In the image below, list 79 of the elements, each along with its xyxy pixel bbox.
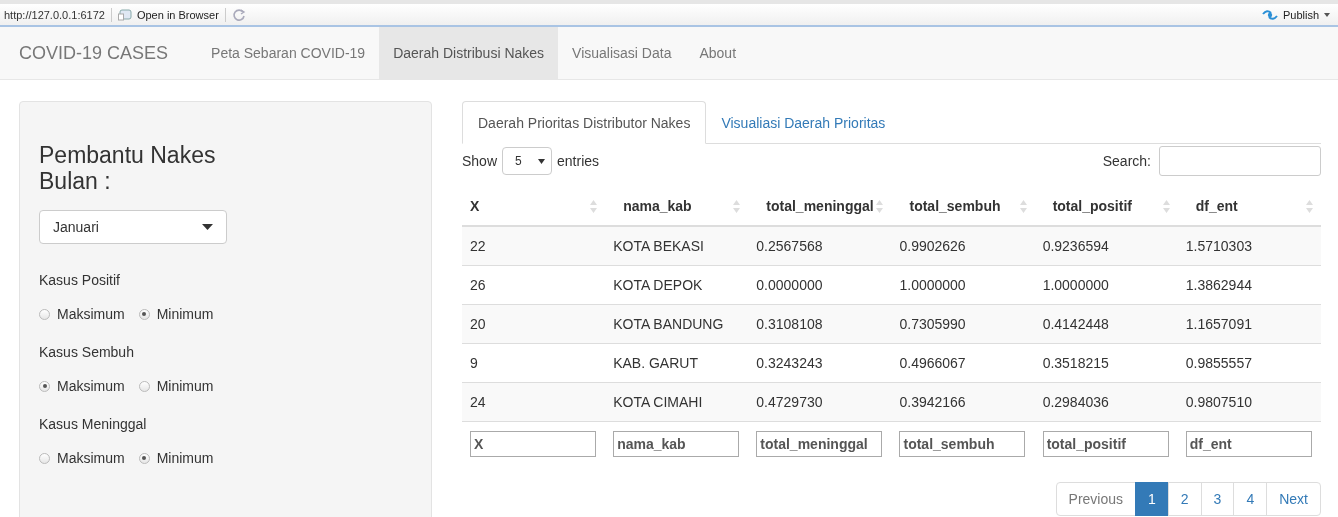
app-brand[interactable]: COVID-19 CASES [19, 27, 169, 79]
publish-button[interactable]: Publish [1261, 8, 1330, 21]
radio-option[interactable]: Maksimum [39, 378, 125, 394]
sort-icon [1306, 199, 1313, 213]
radio-button[interactable] [39, 380, 50, 392]
radio-option[interactable]: Minimum [138, 306, 214, 322]
radio-label: Minimum [156, 450, 214, 466]
radio-option[interactable]: Minimum [138, 378, 214, 394]
radio-label: Maksimum [57, 378, 125, 394]
column-filter-field[interactable]: total_sembuh [899, 431, 1026, 457]
table-cell: 0.3942166 [891, 382, 1035, 422]
radio-group-label: Kasus Meninggal [39, 416, 148, 432]
radio-button[interactable] [138, 452, 150, 464]
table-cell: 0.4729730 [748, 382, 892, 422]
table-cell: KOTA CIMAHI [605, 382, 749, 422]
next-button[interactable]: Next [1266, 482, 1321, 516]
table-cell: 0.9807510 [1177, 382, 1321, 422]
radio-option[interactable]: Maksimum [39, 450, 125, 466]
column-filter-field[interactable]: total_meninggal [756, 431, 883, 457]
column-filter-field[interactable]: total_positif [1042, 431, 1169, 457]
month-select[interactable]: Januari [39, 210, 227, 244]
table-cell: KOTA BANDUNG [605, 304, 749, 344]
table-cell: 0.9236594 [1034, 226, 1178, 266]
table-cell: 1.1657091 [1177, 304, 1321, 344]
page-button[interactable]: 1 [1135, 482, 1169, 516]
radio-label: Maksimum [57, 450, 125, 466]
sidebar-title: Pembantu Nakes Bulan : [39, 142, 217, 194]
page-button[interactable]: 4 [1233, 482, 1268, 516]
open-in-browser-button[interactable]: Open in Browser [117, 8, 219, 21]
page-button[interactable]: 3 [1200, 482, 1235, 516]
sort-icon [733, 199, 741, 213]
radio-label: Maksimum [57, 306, 125, 322]
sort-icon [1162, 199, 1170, 213]
page-button[interactable]: 2 [1167, 482, 1202, 516]
table-cell: 0.7305990 [891, 304, 1035, 344]
radio-button[interactable] [138, 308, 150, 320]
nav-tab[interactable]: Daerah Distribusi Nakes [379, 27, 559, 79]
column-filter-field[interactable]: X [470, 431, 596, 457]
radio-button[interactable] [39, 308, 50, 320]
tab[interactable]: Daerah Prioritas Distributor Nakes [462, 101, 707, 144]
radio-button[interactable] [138, 380, 150, 392]
publish-icon [1261, 8, 1278, 21]
radio-option[interactable]: Maksimum [39, 306, 125, 322]
window-icon [117, 8, 132, 21]
caret-icon [1324, 12, 1330, 17]
entries-label: entries [557, 153, 600, 169]
search-field[interactable] [1159, 146, 1321, 176]
search-label: Search: [1102, 153, 1151, 169]
radio-button[interactable] [39, 452, 50, 464]
column-filter-field[interactable]: nama_kab [613, 431, 740, 457]
sort-icon [1019, 199, 1027, 213]
radio-label: Minimum [156, 378, 214, 394]
table-cell: 0.9902626 [891, 226, 1035, 266]
radio-group-label: Kasus Positif [39, 272, 121, 288]
caret-icon [538, 158, 546, 164]
radio-label: Minimum [156, 306, 214, 322]
refresh-icon[interactable] [231, 7, 246, 22]
nav-tab[interactable]: About [685, 27, 751, 79]
table-cell: 0.2984036 [1034, 382, 1178, 422]
sort-icon [590, 199, 598, 213]
table-cell: 24 [462, 382, 606, 422]
table-cell: KOTA BEKASI [605, 226, 749, 266]
table-cell: 22 [462, 226, 606, 266]
sort-icon [876, 199, 884, 213]
table-cell: 1.5710303 [1177, 226, 1321, 266]
nav-tab[interactable]: Visualisasi Data [558, 27, 686, 79]
url-text: http://127.0.0.1:6172 [4, 8, 105, 21]
show-label: Show [462, 153, 498, 169]
radio-group-label: Kasus Sembuh [39, 344, 135, 360]
table-cell: 0.4142448 [1034, 304, 1178, 344]
tab[interactable]: Visualiasi Daerah Prioritas [706, 101, 901, 144]
table-cell: 20 [462, 304, 606, 344]
radio-option[interactable]: Minimum [138, 450, 214, 466]
table-cell: 0.2567568 [748, 226, 892, 266]
page-length-select[interactable]: 5 [502, 147, 553, 175]
caret-icon [202, 224, 213, 230]
column-filter-field[interactable]: df_ent [1185, 431, 1312, 457]
table-cell: 0.3108108 [748, 304, 892, 344]
nav-tab[interactable]: Peta Sebaran COVID-19 [197, 27, 380, 79]
